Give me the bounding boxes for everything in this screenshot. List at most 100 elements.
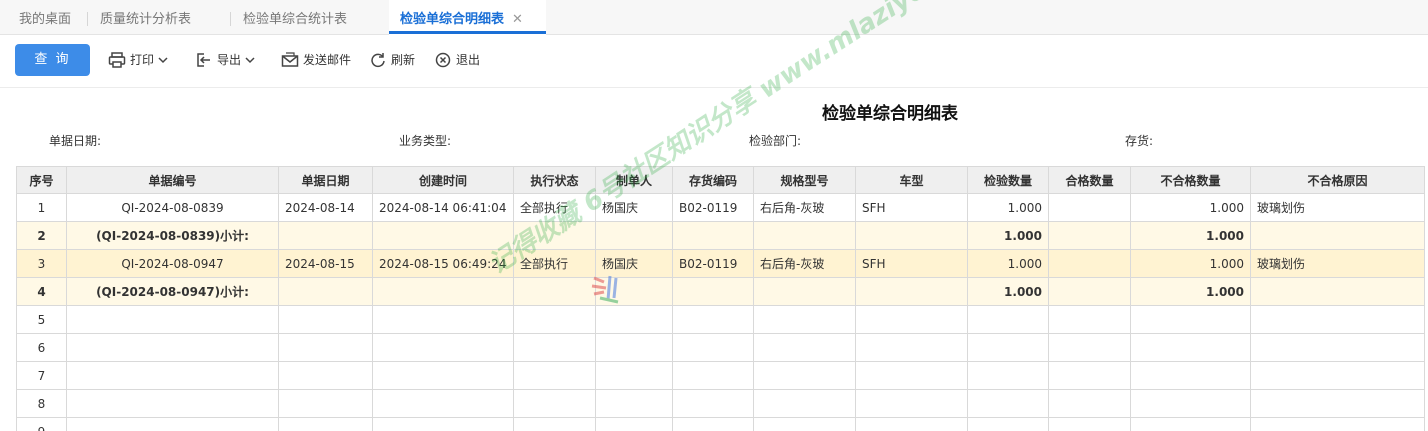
column-header-code[interactable]: 单据编号 [66, 166, 279, 194]
cell-spec [753, 277, 856, 306]
query-button[interactable]: 查 询 [15, 44, 90, 76]
cell-created [372, 277, 514, 306]
close-icon[interactable]: ✕ [512, 12, 523, 27]
cell-pass-qty [1048, 221, 1131, 250]
cell-fail-qty: 1.000 [1130, 249, 1251, 278]
subtotal-row[interactable]: 2 (QI-2024-08-0839)小计: 1.000 1.000 [16, 221, 1425, 250]
table-row[interactable]: 1 QI-2024-08-0839 2024-08-14 2024-08-14 … [16, 193, 1425, 222]
tab-quality-analysis[interactable]: 质量统计分析表 [100, 0, 191, 34]
table-row-empty[interactable]: 5 [16, 305, 1425, 334]
subtotal-label: (QI-2024-08-0839)小计: [66, 221, 279, 250]
refresh-label: 刷新 [391, 53, 416, 67]
inventory-code-link[interactable]: B02-0119 [672, 249, 754, 278]
filter-date-label: 单据日期: [49, 134, 102, 148]
cell-no: 9 [16, 417, 67, 431]
column-header-status[interactable]: 执行状态 [513, 166, 596, 194]
cell-no: 1 [16, 193, 67, 222]
cell-car-model [855, 221, 968, 250]
cell-date: 2024-08-15 [278, 249, 373, 278]
column-header-inventory-code[interactable]: 存货编码 [672, 166, 754, 194]
table-row-empty[interactable]: 6 [16, 333, 1425, 362]
cell-inventory-code [672, 221, 754, 250]
cell-pass-qty [1048, 249, 1131, 278]
cell-pass-qty [1048, 277, 1131, 306]
export-button[interactable]: 导出 [195, 49, 260, 71]
cell-inspect-qty: 1.000 [967, 193, 1049, 222]
exit-button[interactable]: 退出 [434, 49, 480, 71]
refresh-icon [371, 53, 385, 68]
cell-car-model [855, 277, 968, 306]
cell-no: 2 [16, 221, 67, 250]
cell-pass-qty [1048, 193, 1131, 222]
cell-fail-qty: 1.000 [1130, 193, 1251, 222]
cell-no: 7 [16, 361, 67, 390]
table-row-empty[interactable]: 7 [16, 361, 1425, 390]
spec-link[interactable]: 右后角-灰玻 [753, 249, 856, 278]
cell-inspect-qty: 1.000 [967, 249, 1049, 278]
subtotal-row[interactable]: 4 (QI-2024-08-0947)小计: 1.000 1.000 [16, 277, 1425, 306]
tab-inspection-summary[interactable]: 检验单综合统计表 [243, 0, 347, 34]
mail-icon [281, 52, 299, 67]
cell-created: 2024-08-15 06:49:24 [372, 249, 514, 278]
cell-maker [595, 277, 673, 306]
spec-link[interactable]: 右后角-灰玻 [753, 193, 856, 222]
doc-code-link[interactable]: QI-2024-08-0839 [66, 193, 279, 222]
export-label: 导出 [217, 53, 242, 67]
table-row-empty[interactable]: 9 [16, 417, 1425, 431]
chevron-down-icon [245, 57, 255, 64]
inventory-code-link[interactable]: B02-0119 [672, 193, 754, 222]
cell-status [513, 277, 596, 306]
column-header-fail-qty[interactable]: 不合格数量 [1130, 166, 1251, 194]
printer-icon [108, 52, 126, 68]
column-header-car-model[interactable]: 车型 [855, 166, 968, 194]
tab-inspection-detail[interactable]: 检验单综合明细表 ✕ [389, 0, 546, 35]
send-email-label: 发送邮件 [303, 53, 352, 67]
cell-car-model: SFH [855, 249, 968, 278]
divider [0, 87, 1428, 88]
cell-no: 5 [16, 305, 67, 334]
column-header-no[interactable]: 序号 [16, 166, 67, 194]
column-header-date[interactable]: 单据日期 [278, 166, 373, 194]
refresh-button[interactable]: 刷新 [369, 49, 415, 71]
tab-bar: 我的桌面 质量统计分析表 检验单综合统计表 检验单综合明细表 ✕ [0, 0, 1428, 35]
cell-fail-reason: 玻璃划伤 [1250, 249, 1425, 278]
cell-inspect-qty: 1.000 [967, 221, 1049, 250]
column-header-spec[interactable]: 规格型号 [753, 166, 856, 194]
table-row-empty[interactable]: 8 [16, 389, 1425, 418]
cell-no: 6 [16, 333, 67, 362]
column-header-fail-reason[interactable]: 不合格原因 [1250, 166, 1425, 194]
cell-maker: 杨国庆 [595, 249, 673, 278]
cell-date [278, 221, 373, 250]
send-email-button[interactable]: 发送邮件 [281, 49, 351, 71]
cell-spec [753, 221, 856, 250]
tab-my-desktop[interactable]: 我的桌面 [19, 0, 71, 34]
filter-dept-label: 检验部门: [749, 134, 802, 148]
table-row-selected[interactable]: 3 QI-2024-08-0947 2024-08-15 2024-08-15 … [16, 249, 1425, 278]
column-header-created[interactable]: 创建时间 [372, 166, 514, 194]
cell-car-model: SFH [855, 193, 968, 222]
print-button[interactable]: 打印 [108, 49, 173, 71]
cell-created [372, 221, 514, 250]
detail-table: 序号 单据编号 单据日期 创建时间 执行状态 制单人 存货编码 规格型号 车型 … [16, 166, 1425, 431]
cell-created: 2024-08-14 06:41:04 [372, 193, 514, 222]
cell-status [513, 221, 596, 250]
table-header-row: 序号 单据编号 单据日期 创建时间 执行状态 制单人 存货编码 规格型号 车型 … [16, 166, 1425, 194]
cell-date: 2024-08-14 [278, 193, 373, 222]
filter-inventory-label: 存货: [1125, 134, 1154, 148]
column-header-pass-qty[interactable]: 合格数量 [1048, 166, 1131, 194]
export-icon [197, 53, 210, 67]
cell-status: 全部执行 [513, 249, 596, 278]
cell-no: 4 [16, 277, 67, 306]
cell-fail-reason [1250, 221, 1425, 250]
tab-separator [87, 12, 88, 26]
cell-maker: 杨国庆 [595, 193, 673, 222]
cell-inventory-code [672, 277, 754, 306]
column-header-maker[interactable]: 制单人 [595, 166, 673, 194]
doc-code-link[interactable]: QI-2024-08-0947 [66, 249, 279, 278]
cell-maker [595, 221, 673, 250]
column-header-inspect-qty[interactable]: 检验数量 [967, 166, 1049, 194]
exit-label: 退出 [456, 53, 481, 67]
cell-no: 3 [16, 249, 67, 278]
cell-fail-qty: 1.000 [1130, 277, 1251, 306]
chevron-down-icon [158, 57, 168, 64]
